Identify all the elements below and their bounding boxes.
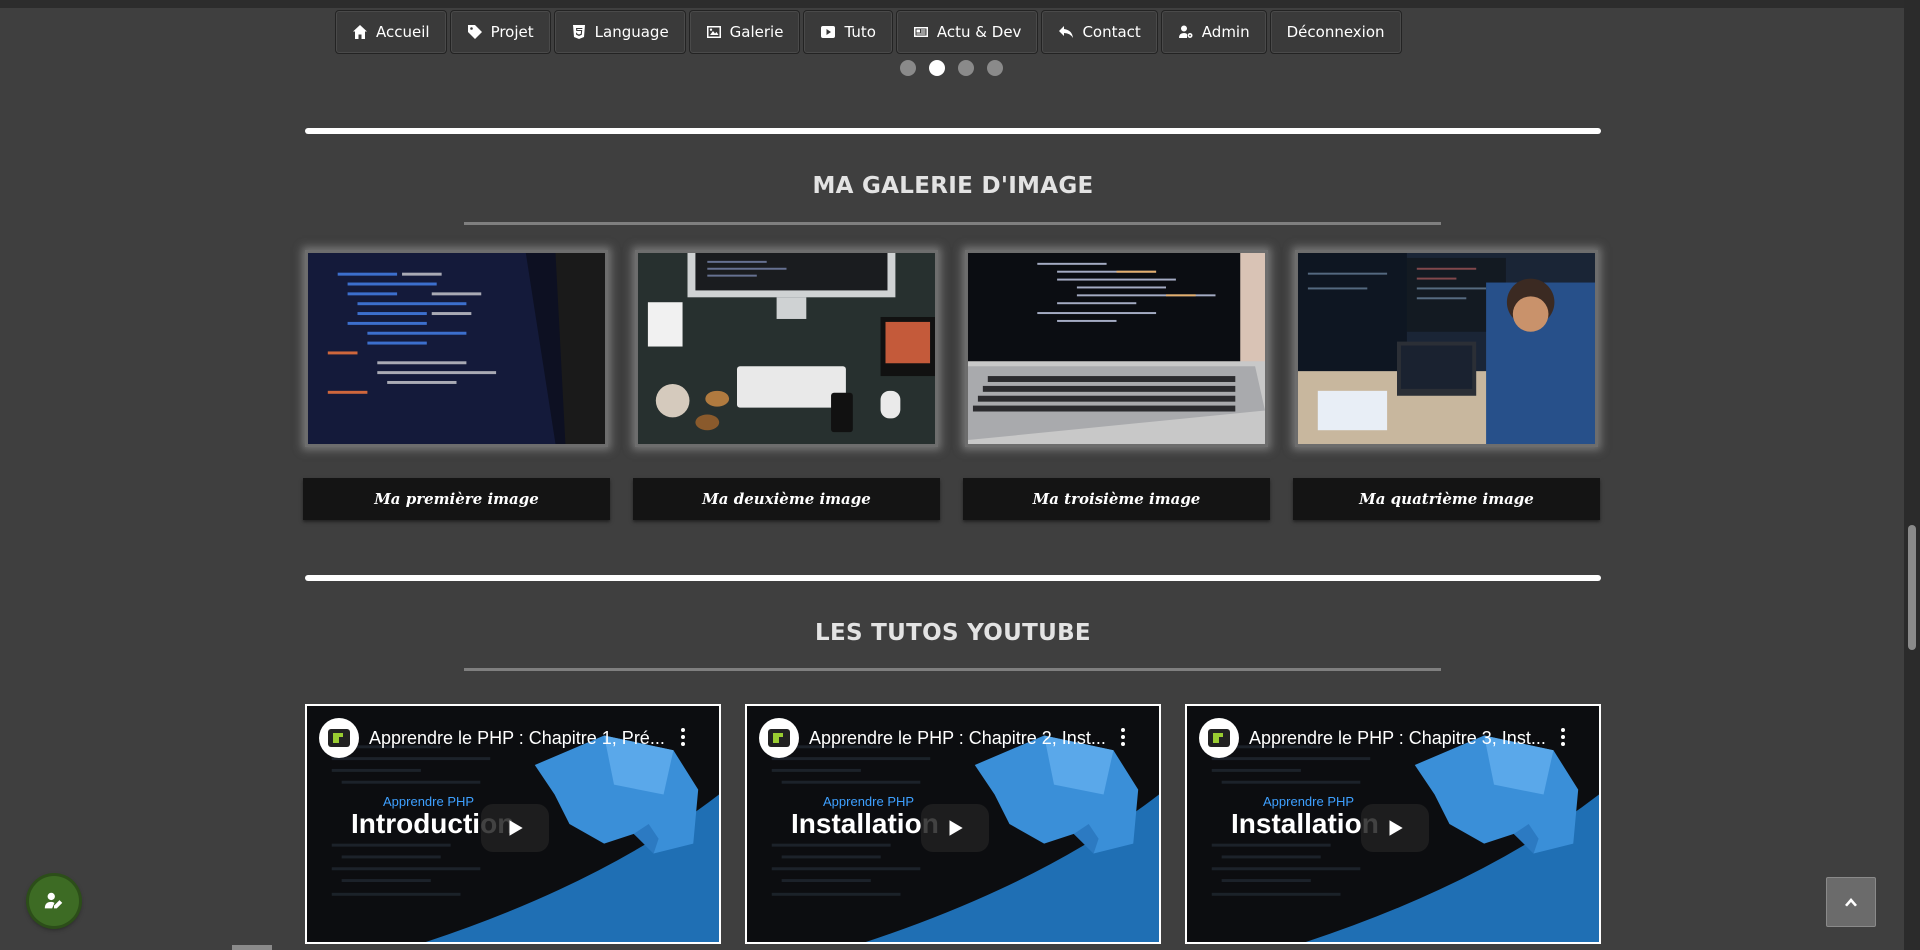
channel-avatar[interactable] bbox=[759, 718, 799, 758]
play-button[interactable] bbox=[1361, 804, 1429, 852]
channel-avatar[interactable] bbox=[1199, 718, 1239, 758]
video-overlay-text: Installation bbox=[1231, 808, 1379, 839]
play-icon bbox=[949, 820, 963, 836]
nav-label: Contact bbox=[1082, 23, 1141, 41]
nav-accueil[interactable]: Accueil bbox=[335, 10, 447, 54]
vertical-scrollbar[interactable] bbox=[1904, 0, 1920, 950]
gallery-image-1[interactable] bbox=[305, 250, 608, 447]
nav-admin[interactable]: Admin bbox=[1160, 10, 1267, 54]
gallery-image-3[interactable] bbox=[965, 250, 1268, 447]
youtube-video-3[interactable]: Apprendre le PHP : Chapitre 3, Inst... A… bbox=[1185, 704, 1601, 944]
nav-label: Admin bbox=[1201, 23, 1250, 41]
gallery-caption-2: Ma deuxième image bbox=[633, 478, 940, 520]
nav-label: Language bbox=[594, 23, 669, 41]
channel-avatar[interactable] bbox=[319, 718, 359, 758]
nav-tuto[interactable]: Tuto bbox=[803, 10, 893, 54]
gallery-image-4[interactable] bbox=[1295, 250, 1598, 447]
nav-label: Déconnexion bbox=[1286, 23, 1385, 41]
play-icon bbox=[509, 820, 523, 836]
nav-actu-dev[interactable]: Actu & Dev bbox=[895, 10, 1039, 54]
main-nav: Accueil Projet Language Galerie Tuto Act… bbox=[335, 10, 1402, 54]
user-edit-icon bbox=[44, 892, 63, 909]
gallery-image-2[interactable] bbox=[635, 250, 938, 447]
section-divider bbox=[305, 128, 1601, 134]
nav-deconnexion[interactable]: Déconnexion bbox=[1269, 10, 1402, 54]
video-subtitle: Apprendre PHP bbox=[383, 794, 475, 809]
carousel-dot[interactable] bbox=[958, 60, 974, 76]
browser-top-strip bbox=[0, 0, 1920, 8]
nav-label: Accueil bbox=[376, 23, 430, 41]
user-cog-icon bbox=[1178, 24, 1194, 40]
tag-icon bbox=[467, 24, 483, 40]
gallery-caption-4: Ma quatrième image bbox=[1293, 478, 1600, 520]
play-button[interactable] bbox=[481, 804, 549, 852]
title-underline bbox=[464, 222, 1441, 225]
newspaper-icon bbox=[913, 24, 929, 40]
nav-label: Projet bbox=[490, 23, 534, 41]
chevron-up-icon bbox=[1845, 898, 1857, 907]
more-options-icon[interactable] bbox=[681, 728, 685, 746]
video-overlay-text: Installation bbox=[791, 808, 939, 839]
edit-profile-button[interactable] bbox=[29, 876, 79, 926]
scrollbar-thumb[interactable] bbox=[1908, 525, 1916, 650]
nav-label: Galerie bbox=[729, 23, 784, 41]
nav-label: Tuto bbox=[844, 23, 876, 41]
nav-label: Actu & Dev bbox=[936, 23, 1022, 41]
back-to-top-button[interactable] bbox=[1826, 877, 1876, 927]
nav-contact[interactable]: Contact bbox=[1041, 10, 1158, 54]
youtube-icon bbox=[820, 24, 836, 40]
video-title[interactable]: Apprendre le PHP : Chapitre 3, Inst... bbox=[1249, 720, 1549, 756]
html5-icon bbox=[571, 24, 587, 40]
gallery-caption-3: Ma troisième image bbox=[963, 478, 1270, 520]
reply-icon bbox=[1058, 24, 1074, 40]
carousel-dot-active[interactable] bbox=[929, 60, 945, 76]
nav-projet[interactable]: Projet bbox=[449, 10, 551, 54]
youtube-video-1[interactable]: Apprendre le PHP : Chapitre 1, Pré... Ap… bbox=[305, 704, 721, 944]
image-icon bbox=[706, 24, 722, 40]
section-divider bbox=[305, 575, 1601, 581]
carousel-indicators bbox=[900, 60, 1003, 76]
youtube-video-2[interactable]: Apprendre le PHP : Chapitre 2, Inst... A… bbox=[745, 704, 1161, 944]
home-icon bbox=[352, 24, 368, 40]
more-options-icon[interactable] bbox=[1561, 728, 1565, 746]
more-options-icon[interactable] bbox=[1121, 728, 1125, 746]
carousel-dot[interactable] bbox=[987, 60, 1003, 76]
nav-galerie[interactable]: Galerie bbox=[688, 10, 801, 54]
tutos-title: LES TUTOS YOUTUBE bbox=[815, 620, 1091, 646]
play-button[interactable] bbox=[921, 804, 989, 852]
video-title[interactable]: Apprendre le PHP : Chapitre 1, Pré... bbox=[369, 720, 669, 756]
video-title[interactable]: Apprendre le PHP : Chapitre 2, Inst... bbox=[809, 720, 1109, 756]
video-subtitle: Apprendre PHP bbox=[1263, 794, 1355, 809]
title-underline bbox=[464, 668, 1441, 671]
horizontal-scrollbar-thumb[interactable] bbox=[232, 945, 272, 950]
gallery-title: MA GALERIE D'IMAGE bbox=[812, 173, 1094, 199]
video-subtitle: Apprendre PHP bbox=[823, 794, 915, 809]
nav-language[interactable]: Language bbox=[553, 10, 686, 54]
gallery-caption-1: Ma première image bbox=[303, 478, 610, 520]
carousel-dot[interactable] bbox=[900, 60, 916, 76]
play-icon bbox=[1389, 820, 1403, 836]
